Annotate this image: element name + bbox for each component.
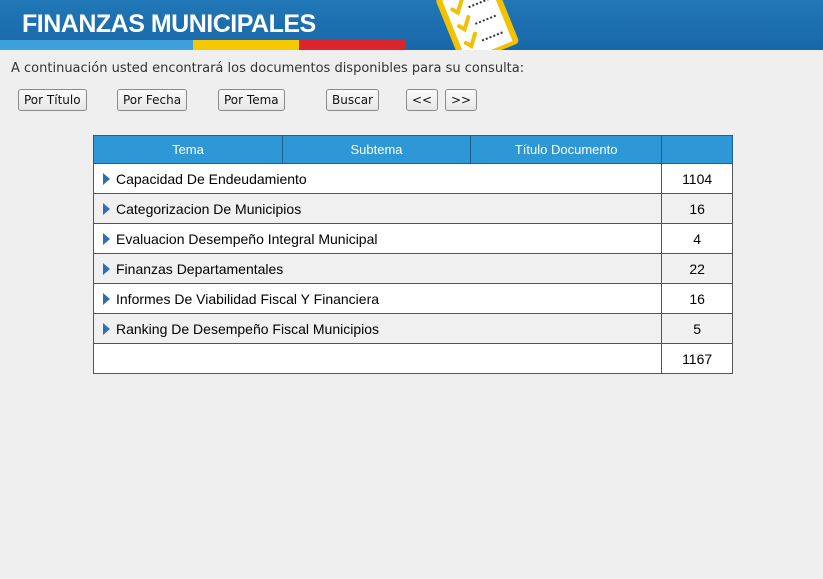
stripe-red	[299, 40, 405, 50]
table-row[interactable]: Finanzas Departamentales 22	[92, 253, 733, 284]
table-row[interactable]: Informes De Viabilidad Fiscal Y Financie…	[92, 283, 733, 314]
expand-arrow-icon[interactable]	[103, 262, 110, 275]
table-header-row: Tema Subtema Título Documento	[93, 135, 733, 164]
por-tema-button[interactable]: Por Tema	[218, 89, 285, 111]
table-row[interactable]: Capacidad De Endeudamiento 1104	[92, 163, 733, 194]
row-count: 5	[661, 313, 733, 344]
row-count: 22	[661, 253, 733, 284]
intro-text: A continuación usted encontrará los docu…	[11, 61, 525, 76]
column-header-titulo[interactable]: Título Documento	[470, 135, 663, 164]
page-header: FINANZAS MUNICIPALES	[0, 0, 823, 50]
row-label[interactable]: Ranking De Desempeño Fiscal Municipios	[116, 321, 379, 337]
expand-arrow-icon[interactable]	[103, 232, 110, 245]
row-name-cell[interactable]: Categorizacion De Municipios	[92, 193, 663, 224]
page-title: FINANZAS MUNICIPALES	[22, 10, 316, 38]
row-count: 4	[661, 223, 733, 254]
header-color-stripes	[0, 40, 405, 50]
total-label-cell	[92, 343, 663, 374]
table-total-row: 1167	[92, 343, 733, 374]
row-label[interactable]: Finanzas Departamentales	[116, 261, 283, 277]
row-count: 16	[661, 283, 733, 314]
expand-arrow-icon[interactable]	[103, 322, 110, 335]
total-count: 1167	[661, 343, 733, 374]
prev-page-button[interactable]: <<	[406, 89, 439, 111]
stripe-yellow	[193, 40, 299, 50]
row-label[interactable]: Informes De Viabilidad Fiscal Y Financie…	[116, 291, 379, 307]
next-page-button[interactable]: >>	[445, 89, 478, 111]
row-label[interactable]: Evaluacion Desempeño Integral Municipal	[116, 231, 377, 247]
expand-arrow-icon[interactable]	[103, 292, 110, 305]
row-label[interactable]: Capacidad De Endeudamiento	[116, 171, 307, 187]
column-header-subtema[interactable]: Subtema	[281, 135, 472, 164]
expand-arrow-icon[interactable]	[103, 202, 110, 215]
row-label[interactable]: Categorizacion De Municipios	[116, 201, 301, 217]
por-fecha-button[interactable]: Por Fecha	[117, 89, 188, 111]
table-row[interactable]: Evaluacion Desempeño Integral Municipal …	[92, 223, 733, 254]
buscar-button[interactable]: Buscar	[326, 89, 379, 111]
row-name-cell[interactable]: Evaluacion Desempeño Integral Municipal	[92, 223, 663, 254]
expand-arrow-icon[interactable]	[103, 172, 110, 185]
column-header-tema[interactable]: Tema	[93, 135, 283, 164]
table-row[interactable]: Categorizacion De Municipios 16	[92, 193, 733, 224]
por-titulo-button[interactable]: Por Título	[18, 89, 87, 111]
stripe-blue	[0, 40, 193, 50]
row-name-cell[interactable]: Informes De Viabilidad Fiscal Y Financie…	[92, 283, 663, 314]
row-name-cell[interactable]: Capacidad De Endeudamiento	[92, 163, 663, 194]
table-row[interactable]: Ranking De Desempeño Fiscal Municipios 5	[92, 313, 733, 344]
row-name-cell[interactable]: Ranking De Desempeño Fiscal Municipios	[92, 313, 663, 344]
row-count: 1104	[661, 163, 733, 194]
documents-table: Tema Subtema Título Documento Capacidad …	[92, 135, 733, 374]
checklist-clipboard-icon	[436, 0, 519, 50]
column-header-count	[661, 135, 733, 164]
row-name-cell[interactable]: Finanzas Departamentales	[92, 253, 663, 284]
row-count: 16	[661, 193, 733, 224]
